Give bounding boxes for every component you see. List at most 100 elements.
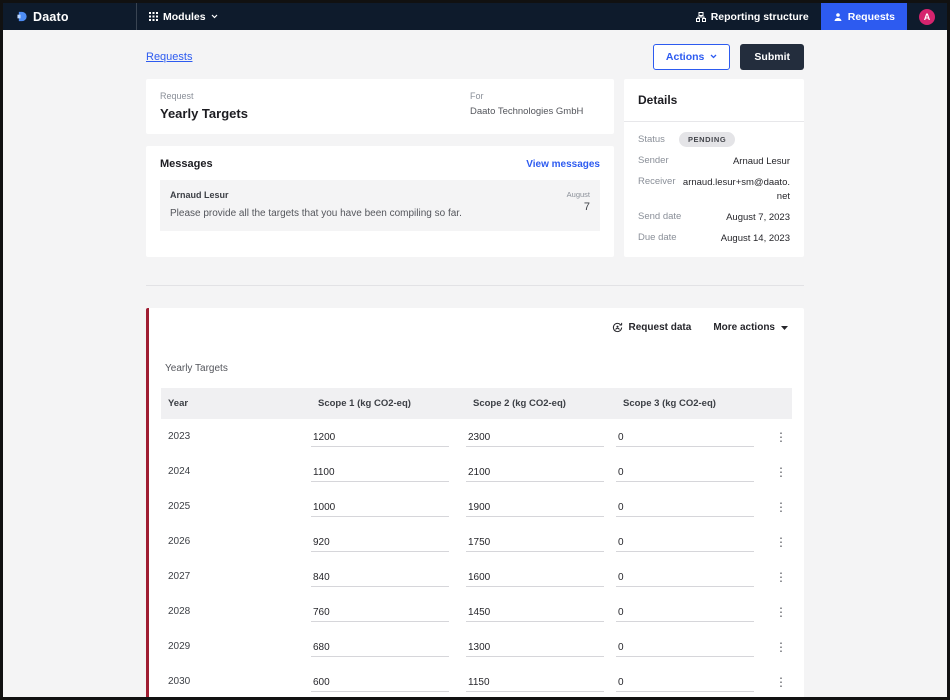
scope3-input[interactable] [616,464,754,482]
row-menu-icon[interactable]: ⋮ [771,498,791,516]
message-item[interactable]: Arnaud Lesur Please provide all the targ… [160,180,600,231]
brand-name: Daato [33,10,69,24]
table-row: 2028 ⋮ [161,594,792,629]
reporting-structure-label: Reporting structure [711,11,809,23]
request-data-button[interactable]: Request data [612,322,692,333]
scope1-input[interactable] [311,639,449,657]
modules-grid-icon [149,12,158,21]
targets-table-header: Year Scope 1 (kg CO2-eq) Scope 2 (kg CO2… [161,388,792,419]
scope3-input[interactable] [616,429,754,447]
row-menu-icon[interactable]: ⋮ [771,673,791,691]
row-menu-icon[interactable]: ⋮ [771,428,791,446]
request-label: Request [160,91,248,101]
avatar[interactable]: A [919,9,935,25]
scope1-input[interactable] [311,534,449,552]
caret-down-icon [781,326,788,330]
scope3-input[interactable] [616,499,754,517]
column-header-scope1: Scope 1 (kg CO2-eq) [311,398,466,409]
scope2-input[interactable] [466,464,604,482]
send-date-value: August 7, 2023 [726,211,790,224]
request-data-icon [612,322,623,333]
more-actions-button[interactable]: More actions [713,322,788,333]
targets-table: Year Scope 1 (kg CO2-eq) Scope 2 (kg CO2… [161,388,792,699]
daato-logo-icon [17,11,28,22]
receiver-value: arnaud.lesur+sm@daato.net [682,176,791,203]
scope2-input[interactable] [466,674,604,692]
scope2-cell [466,567,616,587]
scope1-cell [311,672,466,692]
scope3-input[interactable] [616,639,754,657]
receiver-label: Receiver [638,176,676,187]
scope3-cell [616,532,771,552]
scope1-input[interactable] [311,674,449,692]
messages-head: Messages View messages [160,158,600,170]
message-date-day: 7 [567,201,590,213]
daato-logo[interactable]: Daato [3,3,136,30]
scope2-input[interactable] [466,639,604,657]
row-menu-cell: ⋮ [771,498,799,516]
scope3-input[interactable] [616,569,754,587]
chevron-down-icon [710,54,717,59]
scope1-cell [311,602,466,622]
row-menu-cell: ⋮ [771,673,799,691]
scope3-input[interactable] [616,534,754,552]
row-menu-icon[interactable]: ⋮ [771,533,791,551]
scope1-input[interactable] [311,464,449,482]
for-block: For Daato Technologies GmbH [470,91,600,121]
scope2-input[interactable] [466,534,604,552]
submit-button[interactable]: Submit [740,44,804,70]
row-menu-cell: ⋮ [771,463,799,481]
scope1-cell [311,637,466,657]
message-date-month: August [567,190,590,199]
detail-row-sender: Sender Arnaud Lesur [638,155,790,168]
scope3-cell [616,672,771,692]
year-cell: 2029 [161,641,311,652]
scope2-input[interactable] [466,569,604,587]
due-date-label: Due date [638,232,677,243]
row-menu-cell: ⋮ [771,533,799,551]
scope2-input[interactable] [466,429,604,447]
scope2-input[interactable] [466,604,604,622]
scope3-input[interactable] [616,674,754,692]
row-menu-icon[interactable]: ⋮ [771,603,791,621]
row-menu-icon[interactable]: ⋮ [771,463,791,481]
column-header-scope3: Scope 3 (kg CO2-eq) [616,398,771,409]
detail-row-receiver: Receiver arnaud.lesur+sm@daato.net [638,176,790,203]
scope1-cell [311,462,466,482]
table-row: 2023 ⋮ [161,419,792,454]
scope1-cell [311,532,466,552]
scope1-cell [311,497,466,517]
modules-menu[interactable]: Modules [137,3,230,30]
row-menu-icon[interactable]: ⋮ [771,638,791,656]
scope3-input[interactable] [616,604,754,622]
scope1-input[interactable] [311,569,449,587]
row-menu-cell: ⋮ [771,428,799,446]
row-menu-icon[interactable]: ⋮ [771,568,791,586]
message-date: August 7 [567,190,590,219]
app-window: Daato Modules Reporting structure [0,0,950,700]
sender-value: Arnaud Lesur [733,155,790,168]
message-main: Arnaud Lesur Please provide all the targ… [170,190,462,219]
requests-nav-button[interactable]: Requests [821,3,907,30]
actions-button[interactable]: Actions [653,44,731,70]
column-header-year: Year [161,398,311,409]
reporting-structure-link[interactable]: Reporting structure [684,3,821,30]
view-messages-link[interactable]: View messages [526,159,600,170]
scope1-input[interactable] [311,499,449,517]
section-divider [146,285,804,286]
head-actions: Actions Submit [653,44,804,70]
scope1-input[interactable] [311,604,449,622]
more-actions-label: More actions [713,322,775,333]
main-content: Requests Actions Submit Request Yearly T… [146,30,804,700]
for-label: For [470,91,600,101]
table-title: Yearly Targets [165,363,792,374]
scope2-cell [466,672,616,692]
breadcrumb-requests-link[interactable]: Requests [146,51,192,63]
scope2-input[interactable] [466,499,604,517]
details-card: Details Status PENDING Sender Arnaud Les… [624,79,804,257]
scope1-input[interactable] [311,429,449,447]
status-label: Status [638,134,665,145]
request-data-label: Request data [629,322,692,333]
requests-icon [833,12,843,22]
year-cell: 2025 [161,501,311,512]
